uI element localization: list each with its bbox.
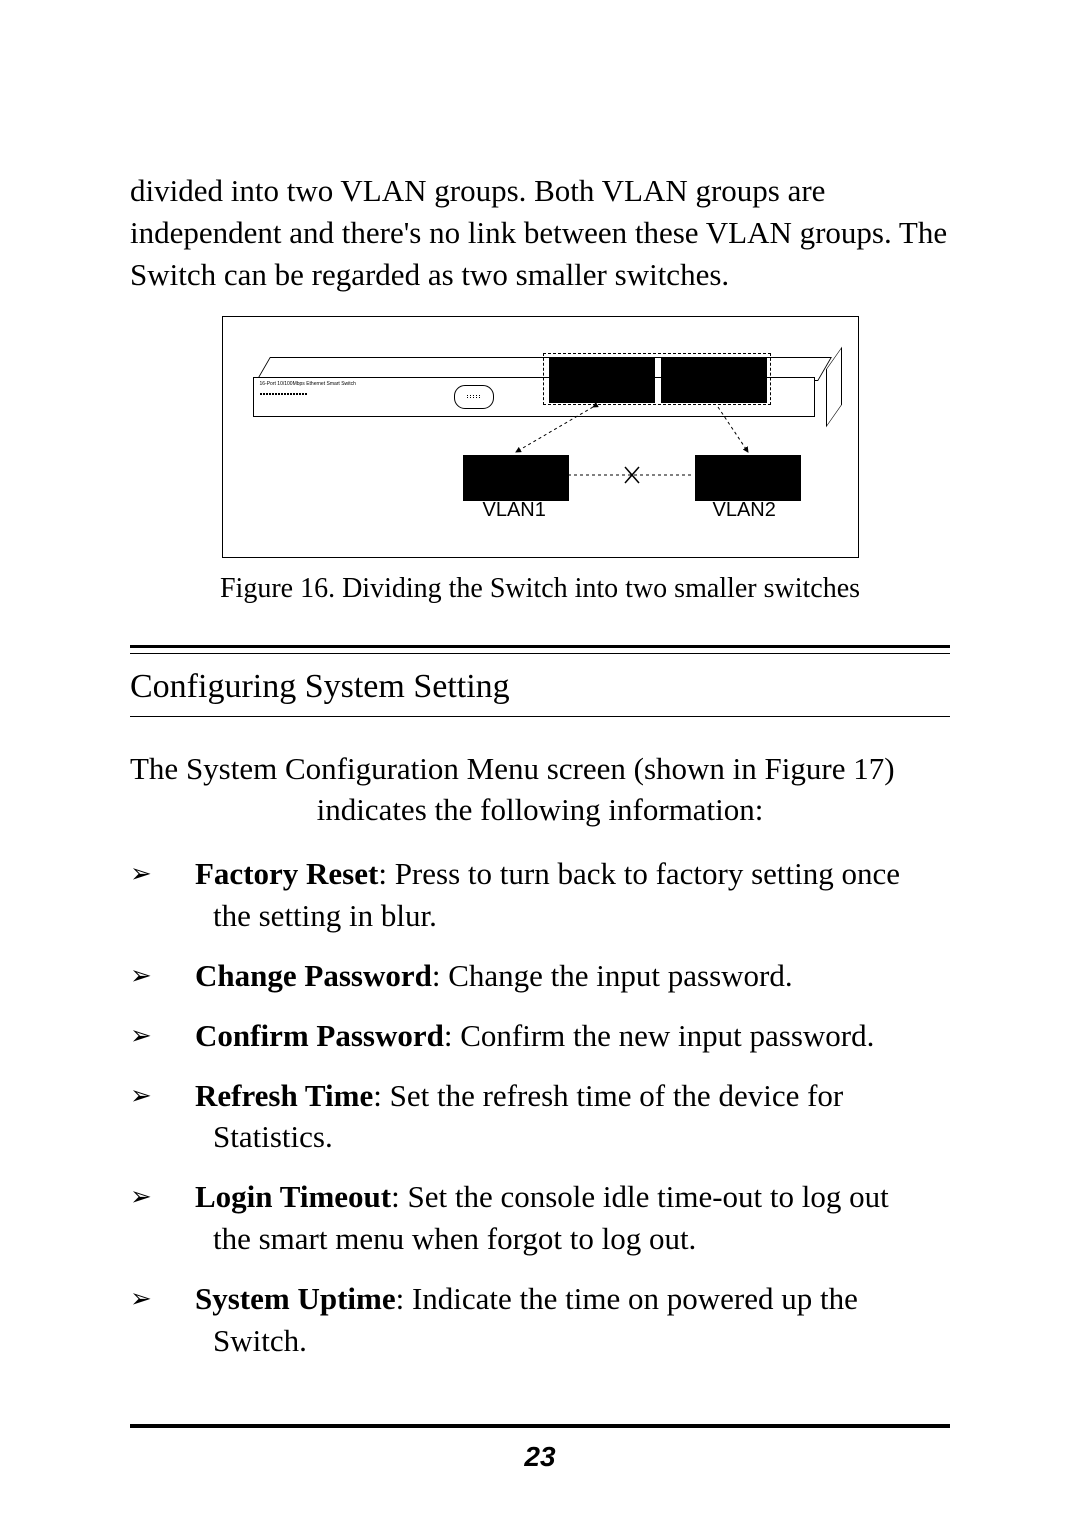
port-group-top-left: [549, 357, 655, 403]
desc: : Set the refresh time of the device for: [373, 1078, 843, 1113]
bullet-arrow-icon: ➢: [130, 1015, 195, 1053]
port-group-vlan1: [463, 455, 569, 501]
cont: Statistics.: [195, 1116, 950, 1158]
bullet-list: ➢ Factory Reset: Press to turn back to f…: [130, 853, 950, 1361]
page-number: 23: [0, 1441, 1080, 1473]
port-group-vlan2: [695, 455, 801, 501]
section-rule-bottom: [130, 716, 950, 718]
list-item: ➢ Change Password: Change the input pass…: [130, 955, 950, 997]
list-item: ➢ Login Timeout: Set the console idle ti…: [130, 1176, 950, 1260]
section-intro-line2: indicates the following information:: [130, 789, 950, 831]
list-item-body: Change Password: Change the input passwo…: [195, 955, 950, 997]
section-rule-top: [130, 645, 950, 654]
list-item-body: Confirm Password: Confirm the new input …: [195, 1015, 950, 1057]
term: System Uptime: [195, 1281, 396, 1316]
section-title: Configuring System Setting: [130, 668, 950, 706]
list-item: ➢ System Uptime: Indicate the time on po…: [130, 1278, 950, 1362]
cont: the setting in blur.: [195, 895, 950, 937]
bullet-arrow-icon: ➢: [130, 955, 195, 993]
desc: : Press to turn back to factory setting …: [378, 856, 900, 891]
term: Change Password: [195, 958, 432, 993]
term: Confirm Password: [195, 1018, 444, 1053]
cont: the smart menu when forgot to log out.: [195, 1218, 950, 1260]
switch-led-row: [260, 393, 307, 395]
footer-rule: [130, 1424, 950, 1428]
page-container: divided into two VLAN groups. Both VLAN …: [0, 0, 1080, 1528]
list-item-body: System Uptime: Indicate the time on powe…: [195, 1278, 950, 1362]
figure-16-diagram: 16-Port 10/100Mbps Ethernet Smart Switch: [222, 316, 859, 558]
vlan2-label: VLAN2: [713, 499, 776, 522]
list-item: ➢ Confirm Password: Confirm the new inpu…: [130, 1015, 950, 1057]
switch-model-label: 16-Port 10/100Mbps Ethernet Smart Switch: [260, 381, 356, 387]
cpu-chip-icon: [454, 385, 494, 409]
port-group-top-right: [661, 357, 767, 403]
desc: : Set the console idle time-out to log o…: [391, 1179, 889, 1214]
bullet-arrow-icon: ➢: [130, 1176, 195, 1214]
figure-16-caption: Figure 16. Dividing the Switch into two …: [130, 573, 950, 605]
section-intro-line1: The System Configuration Menu screen (sh…: [130, 751, 895, 786]
list-item: ➢ Refresh Time: Set the refresh time of …: [130, 1075, 950, 1159]
list-item-body: Factory Reset: Press to turn back to fac…: [195, 853, 950, 937]
list-item-body: Refresh Time: Set the refresh time of th…: [195, 1075, 950, 1159]
bullet-arrow-icon: ➢: [130, 853, 195, 891]
bullet-arrow-icon: ➢: [130, 1075, 195, 1113]
term: Factory Reset: [195, 856, 378, 891]
vlan1-label: VLAN1: [483, 499, 546, 522]
intro-paragraph: divided into two VLAN groups. Both VLAN …: [130, 170, 950, 296]
desc: : Change the input password.: [432, 958, 793, 993]
desc: : Indicate the time on powered up the: [396, 1281, 858, 1316]
list-item-body: Login Timeout: Set the console idle time…: [195, 1176, 950, 1260]
term: Refresh Time: [195, 1078, 373, 1113]
cont: Switch.: [195, 1320, 950, 1362]
bullet-arrow-icon: ➢: [130, 1278, 195, 1316]
desc: : Confirm the new input password.: [444, 1018, 875, 1053]
term: Login Timeout: [195, 1179, 391, 1214]
list-item: ➢ Factory Reset: Press to turn back to f…: [130, 853, 950, 937]
section-intro: The System Configuration Menu screen (sh…: [130, 748, 950, 832]
